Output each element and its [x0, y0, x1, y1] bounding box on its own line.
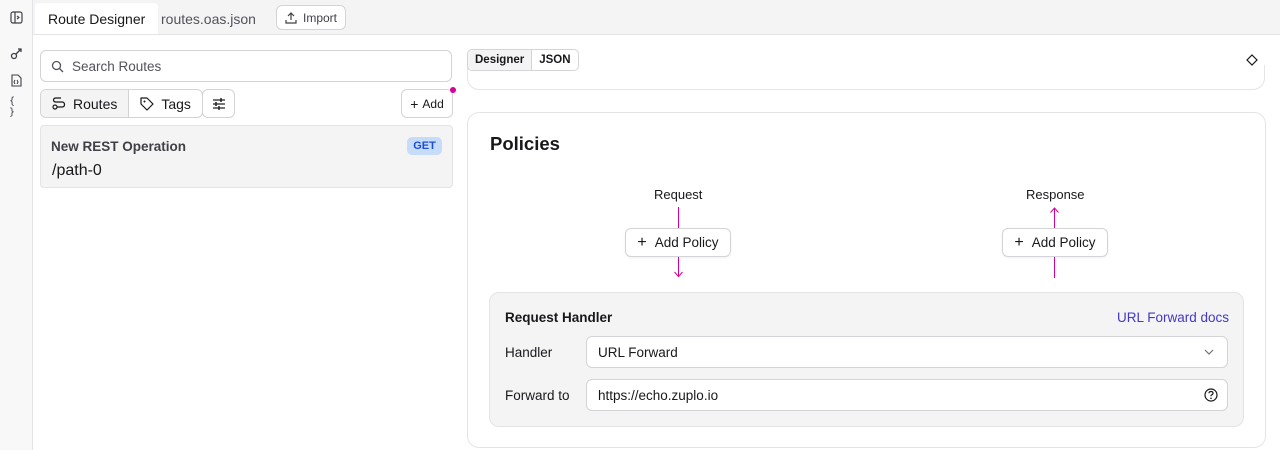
tab-designer[interactable]: Designer [468, 50, 533, 70]
search-input[interactable] [72, 58, 432, 74]
search-icon [51, 60, 64, 72]
method-badge: GET [407, 137, 442, 155]
request-line-top [678, 207, 679, 229]
policies-card: Policies Request + Add Policy Response +… [467, 112, 1266, 448]
plus-icon: + [410, 95, 419, 112]
file-code-icon[interactable] [9, 73, 23, 87]
search-box [40, 50, 452, 82]
add-response-policy-label: Add Policy [1031, 235, 1096, 250]
request-label: Request [654, 187, 703, 202]
tab-json[interactable]: JSON [532, 50, 577, 70]
tab-routes-oas-json[interactable]: routes.oas.json [148, 3, 269, 34]
add-label: Add [422, 96, 444, 111]
add-route-button[interactable]: + Add [401, 89, 453, 118]
forward-to-field [586, 379, 1228, 411]
app-window: { } Route Designer routes.oas.json Impor… [0, 0, 1280, 450]
operation-card [467, 65, 1265, 90]
forward-to-input[interactable] [598, 387, 1178, 403]
plus-icon: + [637, 233, 647, 251]
braces-icon[interactable]: { } [9, 96, 23, 118]
route-icon [52, 97, 66, 110]
locate-icon[interactable] [1246, 53, 1258, 71]
import-label: Import [302, 10, 337, 25]
route-path: /path-0 [52, 162, 102, 179]
request-arrow-down-icon [674, 257, 683, 278]
url-forward-docs-link[interactable]: URL Forward docs [1117, 310, 1229, 325]
segment-tags[interactable]: Tags [129, 90, 202, 117]
response-line-bottom [1054, 257, 1055, 278]
upload-icon [285, 11, 297, 24]
policies-title: Policies [490, 133, 560, 154]
view-segment: Routes Tags [40, 89, 203, 118]
tab-route-designer[interactable]: Route Designer [35, 3, 159, 34]
designer-panel: Designer JSON Policies Request + Add Pol… [460, 35, 1280, 450]
segment-routes-label: Routes [73, 95, 118, 112]
help-circle-icon[interactable] [1204, 388, 1218, 402]
handler-select[interactable]: URL Forward [586, 336, 1228, 368]
add-request-policy-label: Add Policy [654, 235, 719, 250]
request-handler-card: Request Handler URL Forward docs Handler… [489, 292, 1244, 427]
sidebar-rail: { } [0, 0, 33, 450]
chevron-down-icon [1204, 349, 1214, 355]
route-icon[interactable] [9, 46, 23, 60]
import-button[interactable]: Import [276, 5, 346, 30]
filter-button[interactable] [202, 89, 235, 118]
response-label: Response [1026, 187, 1085, 202]
tab-bar: Route Designer routes.oas.json Import [33, 0, 1280, 35]
plus-icon: + [1014, 233, 1024, 251]
routes-panel: Routes Tags + Add New REST Operation /pa… [33, 35, 460, 450]
route-list-item[interactable]: New REST Operation /path-0 GET [40, 125, 453, 188]
response-arrow-up-icon [1050, 207, 1059, 229]
add-request-policy-button[interactable]: + Add Policy [625, 228, 731, 257]
tag-icon [140, 96, 154, 111]
handler-select-value: URL Forward [598, 344, 678, 360]
panel-toggle-icon[interactable] [9, 10, 23, 24]
route-name: New REST Operation [51, 139, 187, 154]
segment-routes[interactable]: Routes [41, 90, 130, 117]
view-toggle: Designer JSON [467, 49, 579, 71]
forward-to-label: Forward to [505, 388, 570, 403]
add-response-policy-button[interactable]: + Add Policy [1002, 228, 1108, 257]
segment-tags-label: Tags [161, 95, 191, 112]
notification-dot [450, 87, 456, 93]
sliders-icon [212, 97, 225, 110]
request-handler-title: Request Handler [505, 310, 613, 325]
handler-label: Handler [505, 345, 553, 360]
